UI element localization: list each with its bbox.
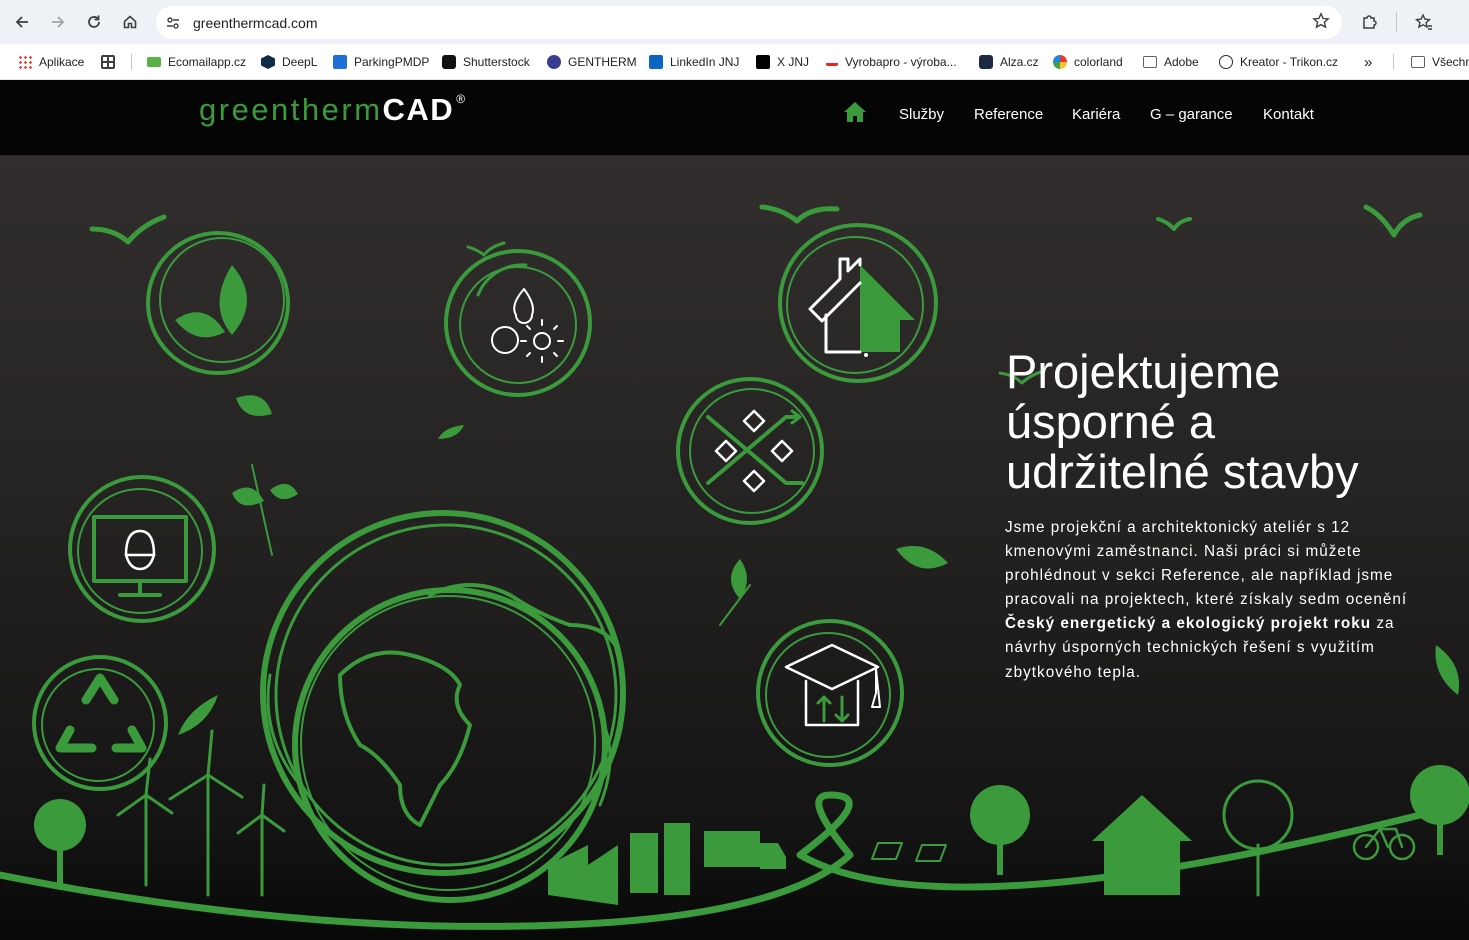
home-icon (123, 15, 137, 29)
bookmark-tab-groups[interactable] (101, 52, 115, 72)
nav-reference[interactable]: Reference (974, 106, 1043, 123)
hvac-badge-icon (444, 249, 592, 397)
colorland-icon (1053, 55, 1067, 69)
folder-icon (1143, 56, 1157, 68)
site-logo[interactable]: greenthermCAD ® (199, 92, 465, 128)
wind-turbines (116, 729, 286, 897)
award-highlight: Český energetický a ekologický projekt r… (1005, 615, 1372, 633)
all-bookmarks-folder[interactable]: Všechny záložky (1411, 52, 1469, 72)
puzzle-icon (1363, 15, 1377, 29)
bookmark-aplikace[interactable]: Aplikace (18, 52, 84, 72)
site-info-icon (167, 17, 179, 29)
education-badge-icon (756, 619, 904, 767)
city-silhouette (34, 765, 1469, 905)
house-badge-icon (778, 223, 938, 383)
bookmark-separator (1393, 54, 1394, 70)
site-header: greenthermCAD ® Služby Reference Kariéra … (0, 80, 1469, 155)
vyrobapro-icon (826, 58, 838, 66)
home-nav-icon[interactable] (843, 101, 867, 123)
hero-title: Projektujeme úsporné a udržitelné stavby (1006, 347, 1436, 497)
globe-icon (260, 510, 626, 903)
back-button[interactable] (8, 8, 36, 36)
arrow-right-icon (52, 16, 65, 28)
bookmarks-button[interactable] (1410, 8, 1438, 36)
hero-title-line: udržitelné stavby (1006, 445, 1359, 498)
deepl-icon (261, 55, 275, 69)
reload-icon (88, 15, 100, 28)
browser-chrome: greenthermcad.com Aplikace Ecomailapp.cz… (0, 0, 1469, 80)
arrow-left-icon (15, 16, 28, 28)
gentherm-icon (547, 55, 561, 69)
parking-icon (333, 55, 347, 69)
bird-icon (759, 204, 840, 224)
extensions-button[interactable] (1356, 8, 1384, 36)
hero-title-line: úsporné a (1006, 395, 1216, 448)
bookmark-x[interactable]: X JNJ (756, 52, 809, 72)
bookmarks-overflow-button[interactable]: » (1364, 52, 1372, 72)
bookmark-kreator[interactable]: Kreator - Trikon.cz (1219, 52, 1338, 72)
folder-icon (1411, 56, 1425, 68)
alza-icon (979, 55, 993, 69)
monitor-badge-icon (68, 475, 216, 623)
nav-g-garance[interactable]: G – garance (1150, 106, 1233, 123)
bookmark-alza[interactable]: Alza.cz (979, 52, 1039, 72)
home-button[interactable] (116, 8, 144, 36)
bookmark-star-icon[interactable] (1312, 12, 1330, 30)
recycle-badge-icon (32, 655, 168, 791)
bookmark-ecomail[interactable]: Ecomailapp.cz (147, 52, 246, 72)
ecomail-icon (147, 57, 161, 67)
nav-kariera[interactable]: Kariéra (1072, 106, 1120, 123)
nav-sluzby[interactable]: Služby (899, 106, 944, 123)
nav-kontakt[interactable]: Kontakt (1263, 106, 1314, 123)
browser-toolbar: greenthermcad.com (0, 0, 1469, 44)
address-url: greenthermcad.com (193, 14, 318, 31)
bookmark-adobe[interactable]: Adobe (1143, 52, 1199, 72)
toolbar-divider (1396, 12, 1397, 32)
tab-groups-icon (101, 55, 115, 69)
tree-outline (1222, 779, 1294, 851)
bookmark-gentherm[interactable]: GENTHERM (547, 52, 637, 72)
leaf-badge-icon (146, 231, 290, 375)
bookmark-shutterstock[interactable]: Shutterstock (442, 52, 530, 72)
bird-icon (89, 214, 167, 245)
bird-icon (1156, 217, 1192, 231)
solar-panels (871, 842, 947, 862)
shutterstock-icon (442, 55, 456, 69)
bicycle-icon (1352, 827, 1416, 861)
forward-button[interactable] (44, 8, 72, 36)
x-logo-icon (756, 55, 770, 69)
hero-title-line: Projektujeme (1006, 345, 1281, 398)
bookmark-linkedin[interactable]: LinkedIn JNJ (649, 52, 739, 72)
bookmarks-bar: Aplikace Ecomailapp.cz DeepL ParkingPMDP… (0, 44, 1469, 80)
bookmark-separator (131, 54, 132, 70)
reload-button[interactable] (80, 8, 108, 36)
linkedin-icon (649, 55, 663, 69)
website: greenthermCAD ® Služby Reference Kariéra … (0, 80, 1469, 940)
star-list-icon (1415, 13, 1432, 30)
highlight-dots (864, 353, 868, 357)
address-bar[interactable]: greenthermcad.com (156, 6, 1342, 39)
apps-grid-icon (18, 55, 32, 69)
bookmark-deepl[interactable]: DeepL (261, 52, 317, 72)
bird-icon (1363, 204, 1423, 238)
bookmark-colorland[interactable]: colorland (1053, 52, 1123, 72)
hero-description: Jsme projekční a architektonický ateliér… (1005, 519, 1408, 681)
bookmark-parkingpmdp[interactable]: ParkingPMDP (333, 52, 429, 72)
trikon-icon (1219, 55, 1233, 69)
heat-exchange-badge-icon (676, 377, 824, 525)
bookmark-vyrobapro[interactable]: Vyrobapro - výroba... (826, 52, 957, 72)
